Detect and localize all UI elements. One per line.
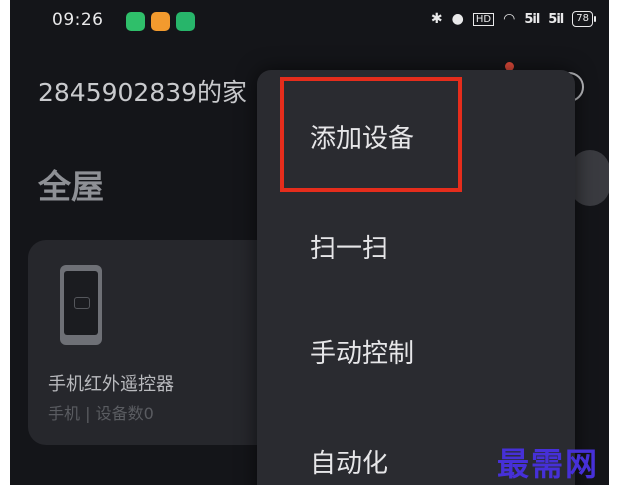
menu-item-manual-control[interactable]: 手动控制 [310, 333, 414, 370]
room-switch-button[interactable] [570, 150, 609, 206]
menu-item-automation[interactable]: 自动化 [310, 443, 388, 480]
wifi-icon: ◠ [503, 11, 516, 27]
device-name: 手机红外遥控器 [48, 374, 174, 395]
highlight-annotation-box [280, 77, 462, 192]
location-icon: ● [451, 11, 464, 27]
battery-icon: 78 [572, 11, 596, 27]
notification-message-icon [176, 12, 195, 31]
phone-device-icon [60, 265, 102, 345]
device-subtitle: 手机 | 设备数0 [48, 404, 154, 423]
notification-app-icon [151, 12, 170, 31]
menu-item-scan[interactable]: 扫一扫 [310, 228, 388, 265]
home-title[interactable]: 2845902839的家 [38, 73, 247, 109]
room-title[interactable]: 全屋 [38, 160, 104, 208]
hd-badge: HD [472, 12, 495, 26]
phone-screen-icon [64, 271, 98, 335]
status-icons: ✱ ● HD ◠ 5il 5il 78 [430, 11, 596, 27]
status-bar: 09:26 ✱ ● HD ◠ 5il 5il 78 [10, 0, 609, 46]
phone-screen: 09:26 ✱ ● HD ◠ 5il 5il 78 2845902839的家 全… [10, 0, 609, 485]
bluetooth-icon: ✱ [430, 11, 443, 27]
watermark-logo: 最需网 [496, 445, 599, 483]
remote-glyph-icon [74, 297, 90, 309]
signal-icon: 5il [548, 11, 564, 27]
notification-app-icon [126, 12, 145, 31]
status-time: 09:26 [52, 10, 104, 30]
signal-icon: 5il [524, 11, 540, 27]
